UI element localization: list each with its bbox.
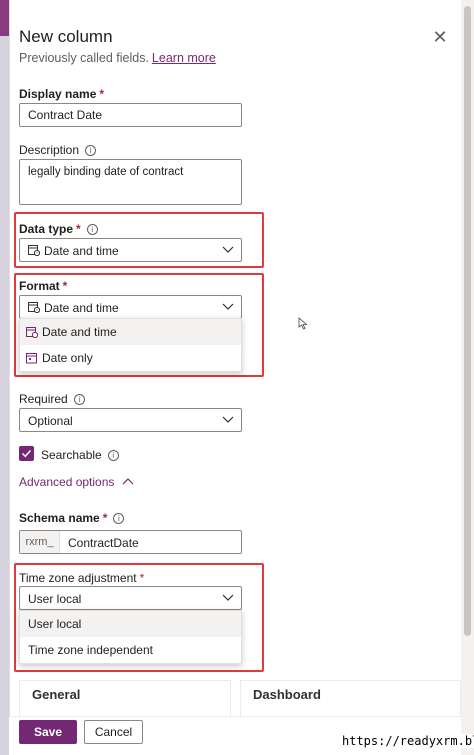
display-name-input[interactable]: Contract Date bbox=[19, 103, 242, 127]
background-card-dashboard: Dashboard bbox=[240, 680, 461, 720]
format-value: Date and time bbox=[44, 301, 119, 315]
format-option-date-only[interactable]: Date only bbox=[20, 345, 241, 371]
scrollbar-thumb[interactable] bbox=[464, 6, 471, 636]
info-icon: i bbox=[85, 145, 97, 156]
option-label: User local bbox=[28, 617, 82, 631]
info-icon: i bbox=[86, 224, 98, 235]
schema-name-value: ContractDate bbox=[68, 536, 139, 550]
time-zone-option-independent[interactable]: Time zone independent bbox=[20, 637, 241, 663]
data-type-select[interactable]: Date and time bbox=[19, 238, 242, 262]
calendar-clock-icon bbox=[26, 327, 38, 338]
advanced-options-toggle[interactable]: Advanced options bbox=[19, 475, 134, 489]
time-zone-dropdown: User local Time zone independent bbox=[19, 610, 242, 664]
format-option-date-and-time[interactable]: Date and time bbox=[20, 319, 241, 345]
option-label: Date and time bbox=[42, 325, 117, 339]
calendar-clock-icon bbox=[28, 245, 40, 256]
cancel-button[interactable]: Cancel bbox=[84, 720, 143, 744]
info-icon: i bbox=[107, 450, 119, 461]
background-app-strip bbox=[0, 0, 9, 755]
advanced-options-label: Advanced options bbox=[19, 475, 115, 489]
required-value: Optional bbox=[28, 414, 73, 428]
schema-name-input[interactable]: rxrm_ ContractDate bbox=[19, 530, 242, 554]
chevron-down-icon bbox=[222, 416, 234, 423]
time-zone-select[interactable]: User local bbox=[19, 586, 242, 610]
searchable-label: Searchable i bbox=[41, 448, 119, 462]
data-type-value: Date and time bbox=[44, 244, 119, 258]
description-label: Description i bbox=[19, 143, 97, 157]
required-select[interactable]: Optional bbox=[19, 408, 242, 432]
time-zone-label: Time zone adjustment * bbox=[19, 571, 145, 585]
mouse-pointer-icon bbox=[298, 317, 308, 330]
schema-prefix: rxrm_ bbox=[20, 531, 60, 553]
searchable-checkbox[interactable] bbox=[19, 446, 34, 461]
panel-title: New column bbox=[19, 27, 113, 46]
time-zone-option-user-local[interactable]: User local bbox=[20, 611, 241, 637]
info-icon: i bbox=[113, 513, 125, 524]
watermark-text: https://readyxrm.blog bbox=[340, 734, 474, 748]
display-name-label: Display name * bbox=[19, 87, 105, 101]
option-label: Date only bbox=[42, 351, 93, 365]
chevron-down-icon bbox=[222, 303, 234, 310]
time-zone-value: User local bbox=[28, 592, 82, 606]
option-label: Time zone independent bbox=[28, 643, 153, 657]
checkmark-icon bbox=[21, 449, 32, 458]
calendar-icon bbox=[26, 353, 37, 364]
data-type-label: Data type * i bbox=[19, 222, 98, 236]
schema-name-label: Schema name * i bbox=[19, 511, 125, 525]
close-icon[interactable]: ✕ bbox=[431, 28, 449, 46]
format-select[interactable]: Date and time bbox=[19, 295, 242, 319]
chevron-down-icon bbox=[222, 594, 234, 601]
chevron-up-icon bbox=[122, 478, 134, 485]
calendar-clock-icon bbox=[28, 302, 40, 313]
panel-subtitle: Previously called fields. Learn more bbox=[19, 51, 216, 65]
background-accent bbox=[0, 0, 9, 36]
subtitle-text: Previously called fields. bbox=[19, 51, 149, 65]
save-button[interactable]: Save bbox=[19, 720, 77, 744]
info-icon: i bbox=[73, 394, 85, 405]
learn-more-link[interactable]: Learn more bbox=[152, 51, 216, 65]
description-textarea[interactable]: legally binding date of contract bbox=[19, 159, 242, 205]
chevron-down-icon bbox=[222, 246, 234, 253]
format-dropdown: Date and time Date only bbox=[19, 318, 242, 372]
format-label: Format * bbox=[19, 279, 68, 293]
required-label: Required i bbox=[19, 392, 85, 406]
background-card-general: General bbox=[19, 680, 231, 720]
